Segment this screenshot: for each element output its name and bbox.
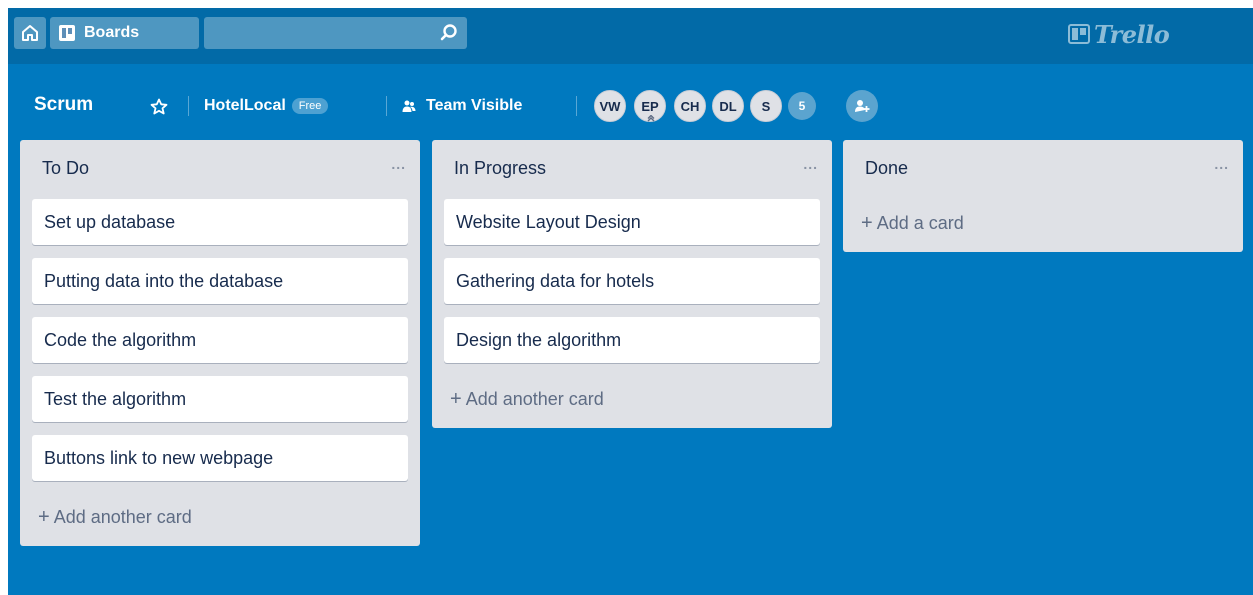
add-card-label: Add a card: [876, 213, 964, 233]
list-done: Done ... + Add a card: [843, 140, 1243, 252]
list-menu-icon[interactable]: ...: [1214, 156, 1229, 172]
team-button[interactable]: HotelLocal Free: [204, 92, 329, 120]
card[interactable]: Design the algorithm: [444, 317, 820, 363]
board-header: Scrum HotelLocal Free Team Visible VW EP: [8, 88, 1253, 124]
add-card-button[interactable]: + Add a card: [861, 212, 964, 235]
list-title[interactable]: Done: [865, 158, 908, 179]
avatar[interactable]: VW: [594, 90, 626, 122]
divider: [188, 96, 189, 116]
divider: [386, 96, 387, 116]
search-input[interactable]: [204, 17, 434, 49]
avatar[interactable]: DL: [712, 90, 744, 122]
card[interactable]: Gathering data for hotels: [444, 258, 820, 304]
add-card-button[interactable]: + Add another card: [38, 506, 192, 529]
free-badge: Free: [291, 98, 329, 114]
visibility-button[interactable]: Team Visible: [402, 92, 522, 120]
admin-chevron-icon: [647, 115, 655, 122]
card[interactable]: Website Layout Design: [444, 199, 820, 245]
add-card-label: Add another card: [53, 507, 192, 527]
search-icon[interactable]: [439, 23, 459, 43]
home-icon: [22, 25, 38, 41]
list-menu-icon[interactable]: ...: [803, 156, 818, 172]
search-box[interactable]: [204, 17, 467, 49]
add-member-icon: [855, 100, 870, 112]
divider: [576, 96, 577, 116]
list-in-progress: In Progress ... Website Layout Design Ga…: [432, 140, 832, 428]
add-card-label: Add another card: [465, 389, 604, 409]
list-to-do: To Do ... Set up database Putting data i…: [20, 140, 420, 546]
team-visibility-icon: [402, 100, 416, 112]
list-menu-icon[interactable]: ...: [391, 156, 406, 172]
card[interactable]: Test the algorithm: [32, 376, 408, 422]
team-name: HotelLocal: [204, 97, 286, 114]
trello-logo-icon: [1068, 24, 1090, 44]
list-header: In Progress ...: [432, 140, 832, 196]
star-icon[interactable]: [150, 98, 168, 116]
logo-text: Trello: [1094, 19, 1170, 49]
avatar[interactable]: EP: [634, 90, 666, 122]
card[interactable]: Code the algorithm: [32, 317, 408, 363]
avatar[interactable]: CH: [674, 90, 706, 122]
boards-label: Boards: [84, 24, 140, 41]
list-header: Done ...: [843, 140, 1243, 196]
add-card-button[interactable]: + Add another card: [450, 388, 604, 411]
boards-icon: [59, 25, 75, 41]
boards-button[interactable]: Boards: [50, 17, 199, 49]
plus-icon: +: [450, 388, 462, 410]
card[interactable]: Set up database: [32, 199, 408, 245]
list-title[interactable]: To Do: [42, 158, 89, 179]
list-title[interactable]: In Progress: [454, 158, 546, 179]
card[interactable]: Buttons link to new webpage: [32, 435, 408, 481]
top-header: Boards Trello: [8, 8, 1253, 64]
home-button[interactable]: [14, 17, 46, 49]
board-canvas: Boards Trello Scrum HotelLocal Free Team…: [8, 8, 1253, 595]
avatar[interactable]: S: [750, 90, 782, 122]
invite-button[interactable]: [846, 90, 878, 122]
card[interactable]: Putting data into the database: [32, 258, 408, 304]
plus-icon: +: [861, 212, 873, 234]
plus-icon: +: [38, 506, 50, 528]
trello-logo[interactable]: Trello: [1068, 19, 1170, 49]
more-members-count[interactable]: 5: [788, 92, 816, 120]
board-title[interactable]: Scrum: [28, 92, 99, 118]
avatar-initials: EP: [641, 98, 659, 114]
list-header: To Do ...: [20, 140, 420, 196]
visibility-label: Team Visible: [426, 97, 523, 114]
